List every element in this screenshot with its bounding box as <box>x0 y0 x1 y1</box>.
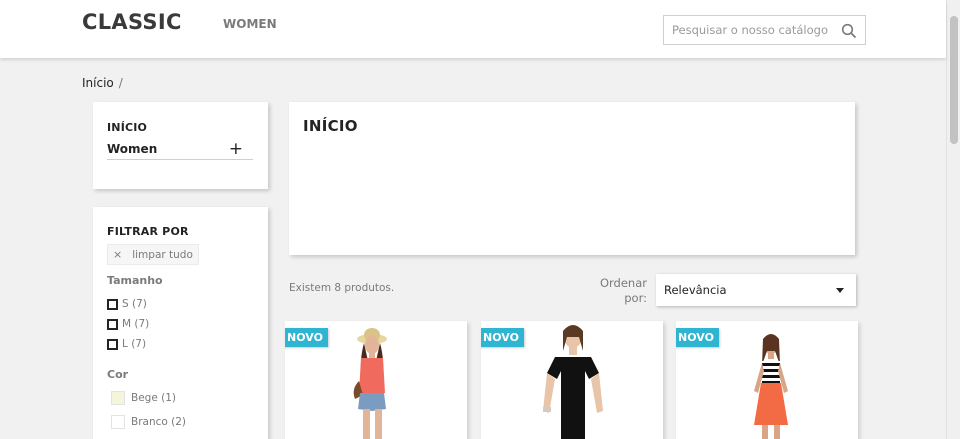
page-scrollbar[interactable] <box>946 0 960 439</box>
filter-option-size-s[interactable]: S (7) <box>107 297 147 311</box>
chevron-down-icon <box>836 288 844 293</box>
color-swatch[interactable] <box>111 415 125 429</box>
filter-panel: FILTRAR POR × limpar tudo Tamanho S (7) … <box>93 207 268 439</box>
product-card[interactable]: NOVO <box>676 321 858 439</box>
filter-option-label: L (7) <box>122 338 147 350</box>
clear-all-button[interactable]: × limpar tudo <box>107 244 199 265</box>
expand-icon[interactable]: + <box>229 139 243 159</box>
category-tree: INÍCIO Women + <box>93 102 268 189</box>
checkbox[interactable] <box>107 298 118 310</box>
close-icon: × <box>113 248 123 261</box>
sort-dropdown[interactable]: Relevância <box>656 274 856 306</box>
breadcrumb: Início / <box>82 76 123 90</box>
category-title[interactable]: INÍCIO <box>107 121 147 134</box>
category-item-label[interactable]: Women <box>107 142 157 156</box>
new-badge: NOVO <box>481 328 524 347</box>
category-item-women[interactable]: Women + <box>107 139 253 160</box>
site-header: CLASSIC WOMEN <box>0 0 946 58</box>
search-icon[interactable] <box>841 23 857 39</box>
nav-link-women[interactable]: WOMEN <box>223 17 277 31</box>
logo[interactable]: CLASSIC <box>82 10 182 34</box>
product-card[interactable]: NOVO <box>285 321 467 439</box>
clear-all-label: limpar tudo <box>132 248 193 261</box>
page-title: INÍCIO <box>303 117 358 135</box>
search-input[interactable] <box>664 16 834 44</box>
filter-option-size-l[interactable]: L (7) <box>107 337 146 351</box>
checkbox[interactable] <box>107 338 118 350</box>
filter-title: FILTRAR POR <box>107 225 189 238</box>
filter-option-color-bege[interactable]: Bege (1) <box>111 390 176 406</box>
filter-option-color-branco[interactable]: Branco (2) <box>111 414 186 430</box>
filter-option-label: S (7) <box>122 298 147 310</box>
color-swatch[interactable] <box>111 391 125 405</box>
facet-title-size: Tamanho <box>107 274 163 287</box>
breadcrumb-separator: / <box>118 76 123 90</box>
sort-label: Ordenar por: <box>599 276 647 305</box>
new-badge: NOVO <box>285 328 328 347</box>
category-header: INÍCIO <box>289 102 855 255</box>
product-count: Existem 8 produtos. <box>289 282 395 294</box>
product-card[interactable]: NOVO <box>481 321 663 439</box>
filter-option-label: Branco (2) <box>131 416 187 428</box>
checkbox[interactable] <box>107 318 118 330</box>
search-box <box>663 15 866 45</box>
filter-option-size-m[interactable]: M (7) <box>107 317 149 331</box>
filter-option-label: Bege (1) <box>131 392 176 404</box>
sort-selected-value: Relevância <box>664 283 727 297</box>
filter-option-label: M (7) <box>122 318 150 330</box>
new-badge: NOVO <box>676 328 719 347</box>
breadcrumb-home[interactable]: Início <box>82 76 114 90</box>
facet-title-color: Cor <box>107 368 129 381</box>
scrollbar-thumb[interactable] <box>950 16 958 144</box>
